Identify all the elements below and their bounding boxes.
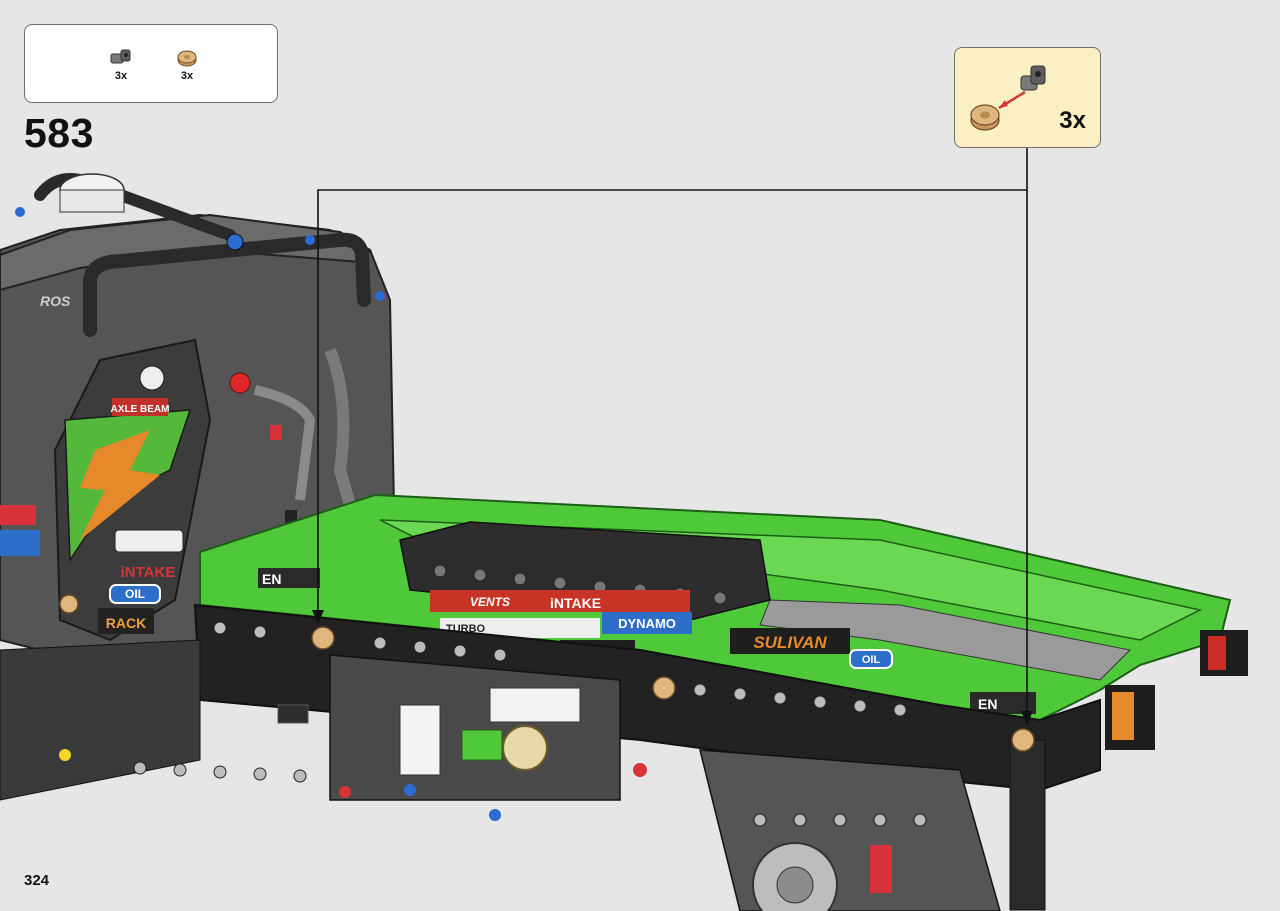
- tan-bush-icon: [311, 626, 335, 650]
- sulivan-sticker: SULIVAN: [753, 633, 827, 652]
- dynamo-sticker: DYNAMO: [618, 616, 676, 631]
- rack-sticker: RACK: [106, 615, 146, 631]
- callout-quantity: 3x: [1059, 107, 1086, 134]
- intake-sticker-bed: iNTAKE: [550, 595, 601, 611]
- en-sticker-front: EN: [262, 571, 281, 587]
- intake-sticker-cab: iNTAKE: [121, 564, 176, 581]
- subassembly-callout: 3x: [954, 47, 1101, 148]
- tan-bush-icon: [652, 676, 676, 700]
- oil-sticker-cab: OIL: [125, 587, 145, 601]
- page-number: 324: [24, 872, 50, 889]
- en-sticker-rear: EN: [978, 696, 997, 712]
- vents-sticker: VENTS: [470, 595, 510, 609]
- tan-bush-icon: [1011, 728, 1035, 752]
- axle-beam-sticker: AXLE BEAM: [111, 404, 170, 415]
- oil-sticker-bed: OIL: [862, 654, 881, 666]
- ros-sticker: ROS: [40, 293, 71, 309]
